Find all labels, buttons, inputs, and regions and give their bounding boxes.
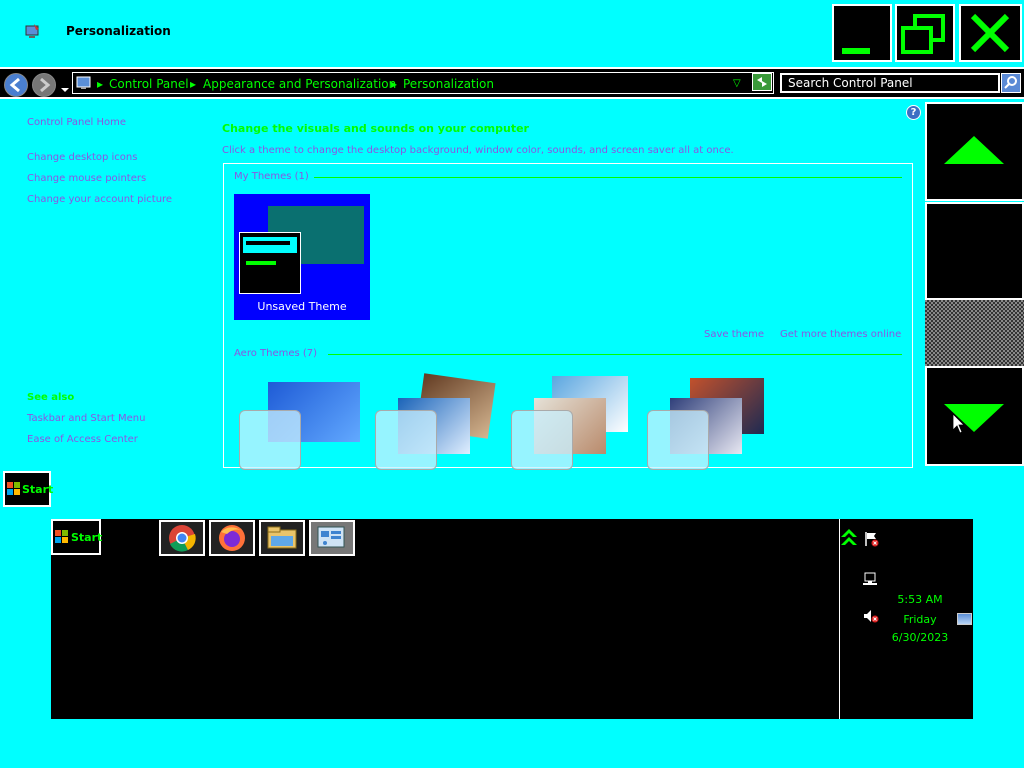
- show-desktop-button[interactable]: [957, 613, 972, 625]
- scrollbar-thumb[interactable]: [925, 300, 1024, 366]
- see-also-heading: See also: [27, 392, 75, 403]
- close-button[interactable]: [959, 4, 1022, 62]
- address-dropdown-icon[interactable]: ▽: [733, 78, 741, 89]
- control-panel-icon: [317, 526, 345, 548]
- theme-windows-7[interactable]: [238, 376, 368, 470]
- group-divider: [314, 177, 902, 178]
- breadcrumb-control-panel[interactable]: Control Panel: [109, 77, 189, 91]
- change-account-picture-link[interactable]: Change your account picture: [27, 194, 172, 205]
- minimize-icon: [842, 48, 870, 54]
- taskbar-control-panel[interactable]: [309, 520, 355, 556]
- change-mouse-pointers-link[interactable]: Change mouse pointers: [27, 173, 146, 184]
- restore-button[interactable]: [895, 4, 955, 62]
- taskbar-chrome[interactable]: [159, 520, 205, 556]
- taskbar-start-menu-link[interactable]: Taskbar and Start Menu: [27, 413, 145, 424]
- group-divider: [328, 354, 902, 355]
- theme-preview-window: [239, 232, 301, 294]
- recent-pages-dropdown[interactable]: [60, 79, 70, 98]
- scroll-up-button[interactable]: [925, 102, 1024, 201]
- window-title: Personalization: [66, 24, 171, 38]
- theme-unsaved[interactable]: Unsaved Theme: [234, 194, 370, 320]
- forward-button[interactable]: [32, 73, 56, 97]
- clock-day[interactable]: Friday: [880, 613, 960, 626]
- get-more-themes-link[interactable]: Get more themes online: [780, 329, 901, 340]
- windows-logo-icon: [55, 530, 68, 543]
- action-center-flag-icon[interactable]: [864, 531, 880, 547]
- search-button[interactable]: [1001, 73, 1021, 93]
- help-icon[interactable]: ?: [906, 105, 921, 120]
- close-icon: [970, 13, 1010, 53]
- restore-icon: [901, 14, 945, 54]
- control-panel-home-link[interactable]: Control Panel Home: [27, 117, 126, 128]
- theme-architecture[interactable]: [374, 373, 504, 470]
- save-theme-link[interactable]: Save theme: [704, 329, 764, 340]
- chevron-down-icon: [61, 88, 69, 92]
- clock-date[interactable]: 6/30/2023: [880, 631, 960, 644]
- breadcrumb-separator-icon[interactable]: ▸: [391, 77, 397, 91]
- search-input[interactable]: Search Control Panel: [780, 73, 1000, 93]
- theme-characters[interactable]: [510, 376, 640, 470]
- volume-muted-icon[interactable]: [862, 609, 880, 625]
- breadcrumb-appearance[interactable]: Appearance and Personalization: [203, 77, 396, 91]
- arrow-down-icon: [944, 404, 1004, 434]
- arrow-right-icon: [40, 77, 51, 93]
- arrow-up-icon: [944, 136, 1004, 164]
- minimize-button[interactable]: [832, 4, 892, 62]
- refresh-icon: [757, 77, 767, 87]
- page-description: Click a theme to change the desktop back…: [222, 145, 734, 156]
- firefox-icon: [219, 525, 245, 551]
- network-icon[interactable]: [862, 571, 878, 587]
- windows-logo-icon: [7, 482, 20, 495]
- scroll-down-button[interactable]: [925, 366, 1024, 466]
- start-label: Start: [22, 483, 54, 496]
- breadcrumb-separator-icon: ▸: [97, 77, 104, 91]
- my-themes-heading: My Themes (1): [234, 171, 309, 182]
- start-button[interactable]: Start: [3, 471, 54, 507]
- navigation-bar: ▸ Control Panel ▸ Appearance and Persona…: [0, 67, 1024, 99]
- back-button[interactable]: [4, 73, 28, 97]
- clock-time[interactable]: 5:53 AM: [880, 593, 960, 606]
- ease-of-access-link[interactable]: Ease of Access Center: [27, 434, 138, 445]
- system-tray: 5:53 AM Friday 6/30/2023: [839, 519, 973, 719]
- theme-landscapes[interactable]: [646, 376, 776, 470]
- taskbar-file-explorer[interactable]: [259, 520, 305, 556]
- taskbar-start-button[interactable]: Start: [51, 519, 103, 555]
- theme-label: Unsaved Theme: [257, 300, 347, 313]
- scrollbar-track[interactable]: [925, 202, 1024, 300]
- control-panel-icon: [76, 76, 91, 89]
- aero-themes-heading: Aero Themes (7): [234, 348, 318, 359]
- chrome-icon: [169, 525, 196, 552]
- file-explorer-icon: [267, 526, 297, 549]
- refresh-button[interactable]: [752, 73, 772, 91]
- search-icon: [1004, 76, 1017, 89]
- show-hidden-icons-icon[interactable]: [840, 525, 858, 547]
- personalization-icon: [24, 22, 42, 40]
- search-placeholder: Search Control Panel: [788, 76, 913, 90]
- page-title: Change the visuals and sounds on your co…: [222, 122, 529, 135]
- taskbar-firefox[interactable]: [209, 520, 255, 556]
- change-desktop-icons-link[interactable]: Change desktop icons: [27, 152, 137, 163]
- arrow-left-icon: [9, 77, 20, 93]
- start-label: Start: [71, 531, 103, 544]
- breadcrumb-separator-icon[interactable]: ▸: [190, 77, 196, 91]
- address-box[interactable]: ▸ Control Panel ▸ Appearance and Persona…: [72, 72, 774, 94]
- breadcrumb-personalization[interactable]: Personalization: [403, 77, 494, 91]
